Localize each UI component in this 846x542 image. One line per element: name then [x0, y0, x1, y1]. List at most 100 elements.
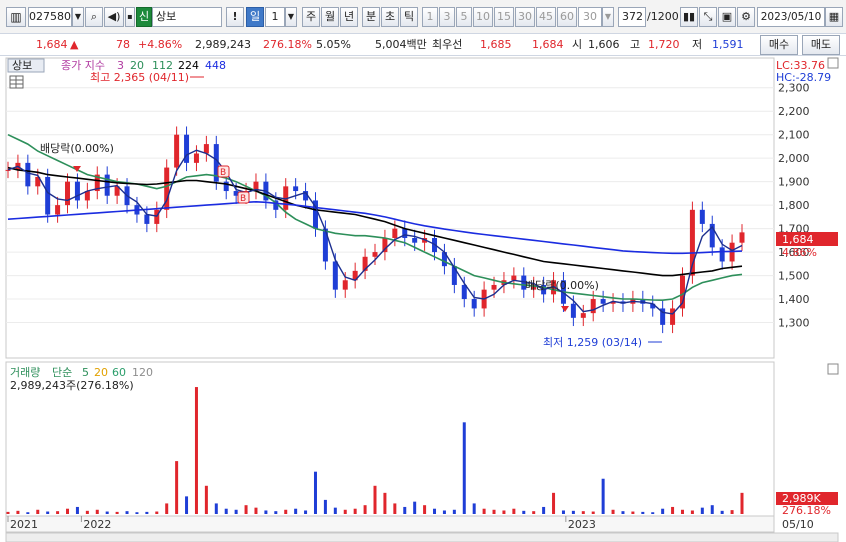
volume-bar: [671, 506, 675, 514]
volume-bar: [353, 508, 357, 514]
price-tick-label: 1,900: [778, 176, 810, 189]
dividend-note-1: 배당락(0.00%): [40, 142, 114, 155]
buy-button[interactable]: 매수: [760, 35, 798, 55]
volume-bar: [155, 511, 159, 514]
search-icon[interactable]: ⌕: [85, 7, 103, 27]
turnover-rate: 5.05%: [316, 38, 351, 51]
candle-body: [65, 181, 71, 206]
price-tick-label: 1,400: [778, 293, 810, 306]
candle-body: [511, 275, 517, 281]
volume-bar: [710, 505, 714, 514]
volume-bar: [36, 509, 40, 514]
price-change-pct: +4.86%: [138, 38, 183, 51]
volume-bar: [601, 478, 605, 514]
volume-bar: [661, 508, 665, 514]
volume-bar: [631, 511, 635, 514]
interval-60-button[interactable]: 60: [557, 7, 577, 27]
volume-bar: [244, 505, 248, 514]
chart-type-icon[interactable]: ▥: [6, 7, 26, 27]
volume-bar: [433, 508, 437, 514]
volume-bar: [532, 511, 536, 514]
alert-button[interactable]: !: [226, 7, 244, 27]
candle-body: [580, 313, 586, 318]
period-second-button[interactable]: 초: [381, 7, 399, 27]
ma-legend-448: 448: [205, 59, 226, 72]
period-minute-button[interactable]: 분: [362, 7, 380, 27]
volume-bar: [413, 501, 417, 514]
volume-bar: [611, 509, 615, 514]
interval-input[interactable]: 30: [578, 7, 602, 27]
candle-body: [174, 134, 180, 168]
high-label: 고: [630, 38, 641, 51]
x-axis-band: [5, 515, 775, 533]
price-tick-label: 2,200: [778, 105, 810, 118]
interval-15-button[interactable]: 15: [494, 7, 514, 27]
candle-body: [104, 174, 110, 196]
candle-body: [45, 176, 51, 215]
volume-bar: [125, 511, 129, 514]
volume-bar: [85, 510, 89, 514]
change-label: 4.86%: [782, 246, 817, 259]
vma-legend-5: 5: [82, 366, 89, 379]
x-tick-label: 2021: [10, 518, 38, 531]
volume-bar: [472, 503, 476, 514]
volume-bar: [442, 510, 446, 514]
volume-panel-collapse-button[interactable]: [827, 363, 839, 375]
volume-bar: [46, 511, 50, 514]
price-axis: 2,3002,2002,1002,0001,9001,8001,7001,600…: [778, 82, 810, 330]
reset-view-icon[interactable]: ⤡: [699, 7, 717, 27]
volume-bar: [373, 485, 377, 514]
horizontal-scrollbar[interactable]: [5, 532, 839, 542]
low-note: 최저 1,259 (03/14): [543, 336, 642, 349]
period-year-button[interactable]: 년: [340, 7, 358, 27]
stock-code-input[interactable]: 027580: [28, 7, 72, 27]
dividend-note-2: 배당락(0.00%): [525, 279, 599, 292]
stock-code-dropdown-icon[interactable]: ▼: [72, 7, 84, 27]
page-count-input[interactable]: 372: [618, 7, 646, 27]
credit-badge: 신: [136, 7, 152, 27]
candle-setting-icon[interactable]: ▮▮: [680, 7, 698, 27]
save-icon[interactable]: ▣: [718, 7, 736, 27]
sell-button[interactable]: 매도: [802, 35, 840, 55]
period-month-button[interactable]: 월: [321, 7, 339, 27]
price-panel-tag: 상보: [12, 59, 32, 72]
stock-chart[interactable]: 2,3002,2002,1002,0001,9001,8001,7001,600…: [0, 56, 846, 542]
interval-dropdown-icon[interactable]: ▼: [602, 7, 614, 27]
period-count-input[interactable]: 1: [265, 7, 285, 27]
period-week-button[interactable]: 주: [302, 7, 320, 27]
period-tick-button[interactable]: 틱: [400, 7, 418, 27]
stock-name-field[interactable]: 상보: [152, 7, 222, 27]
high-note: 최고 2,365 (04/11): [90, 71, 189, 84]
volume-bar: [621, 511, 625, 514]
interval-3-button[interactable]: 3: [439, 7, 455, 27]
candle-body: [55, 205, 61, 215]
interval-5-button[interactable]: 5: [456, 7, 472, 27]
open-label: 시: [572, 38, 583, 51]
date-input[interactable]: 2023/05/10: [757, 7, 825, 27]
price-panel-collapse-button[interactable]: [827, 57, 839, 69]
tool-icon[interactable]: ▪: [125, 7, 135, 27]
low-price: 1,591: [712, 38, 744, 51]
current-price: 1,684: [36, 38, 68, 51]
x-tick-label: 2022: [83, 518, 111, 531]
volume-bar: [581, 511, 585, 514]
volume-ratio-label: 276.18%: [782, 504, 831, 517]
price-label: 1,684: [782, 233, 814, 246]
candle-body: [144, 214, 150, 224]
interval-45-button[interactable]: 45: [536, 7, 556, 27]
sound-icon[interactable]: ◀): [104, 7, 124, 27]
interval-10-button[interactable]: 10: [473, 7, 493, 27]
interval-1-button[interactable]: 1: [422, 7, 438, 27]
volume-bar: [343, 509, 347, 514]
best-ask-price: 1,685: [480, 38, 512, 51]
gear-icon[interactable]: ⚙: [737, 7, 755, 27]
period-day-button[interactable]: 일: [246, 7, 264, 27]
candle-body: [412, 238, 418, 243]
volume-bar: [462, 422, 466, 514]
interval-30-button[interactable]: 30: [515, 7, 535, 27]
calendar-icon[interactable]: ▦: [825, 7, 843, 27]
hc-readout: HC:-28.79: [776, 71, 831, 84]
low-label: 저: [692, 38, 703, 51]
volume-bar: [135, 512, 139, 514]
period-count-dropdown-icon[interactable]: ▼: [285, 7, 297, 27]
